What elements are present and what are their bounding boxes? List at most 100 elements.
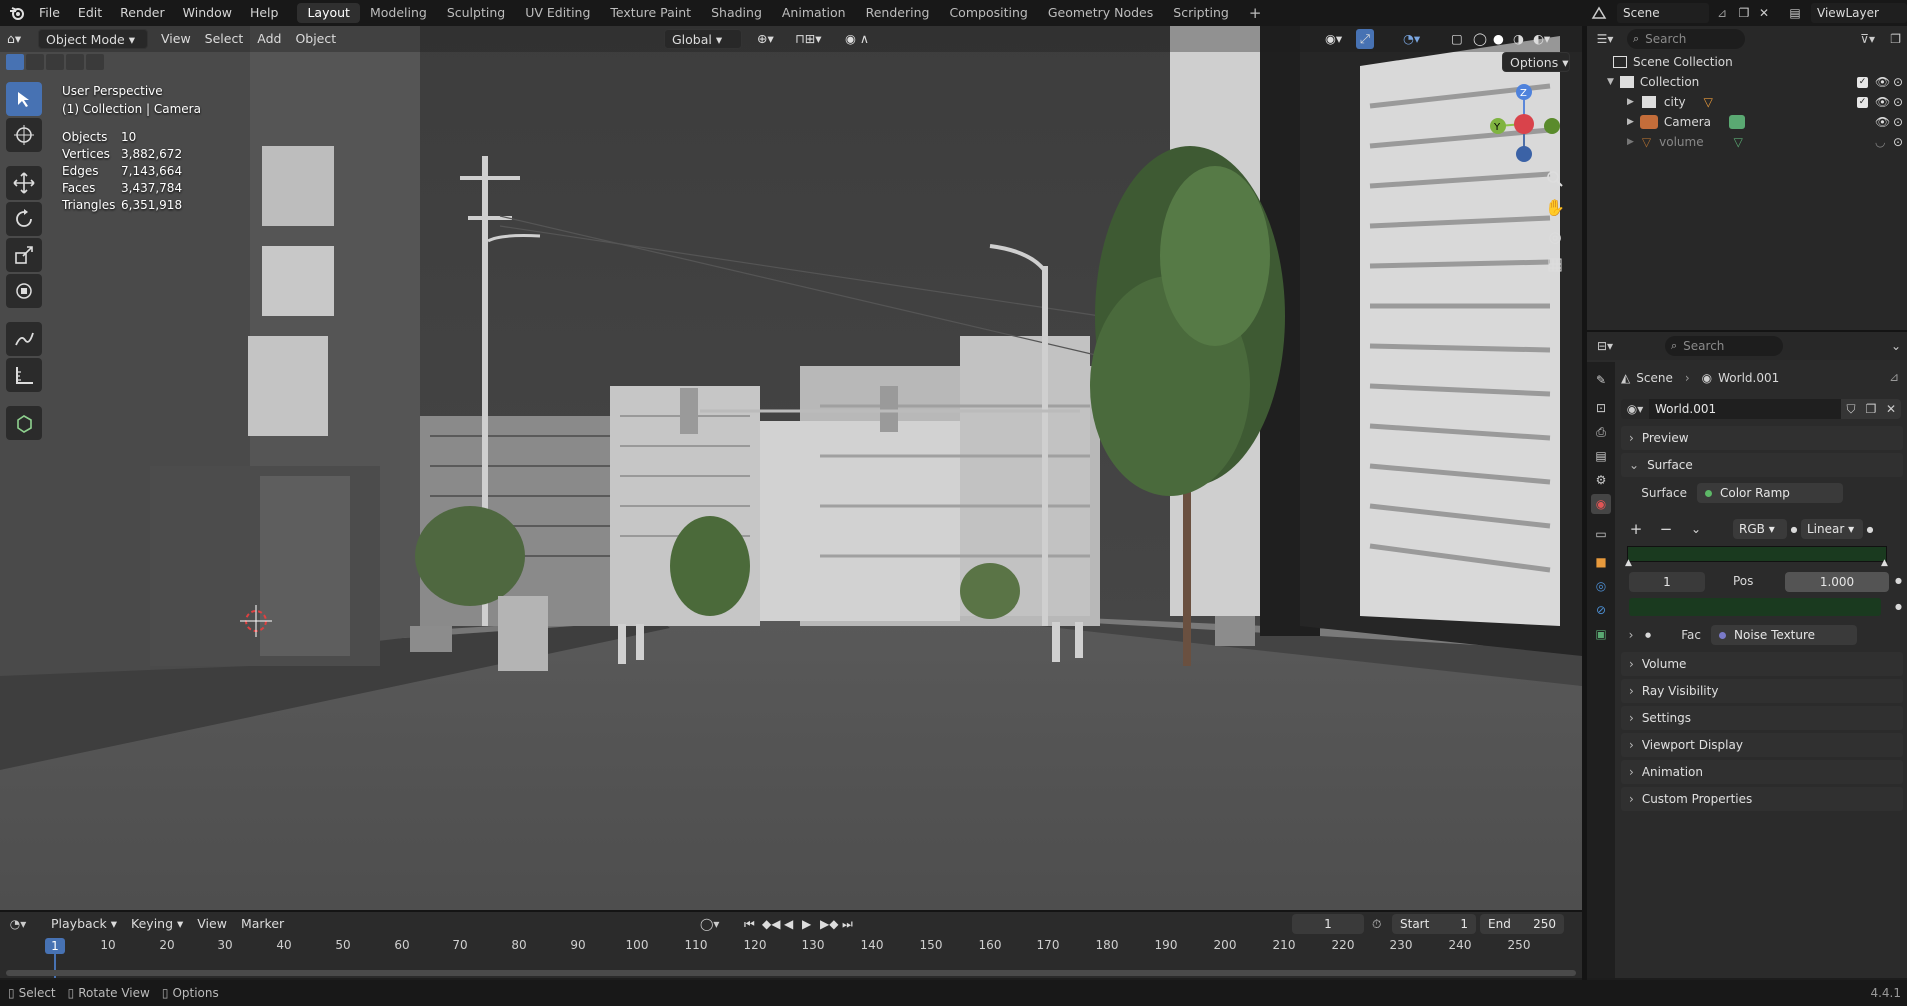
overlay-icon[interactable]: ◔▾	[1396, 29, 1427, 49]
chevron-right-icon[interactable]: ▶	[1627, 97, 1634, 107]
outliner-search-field[interactable]: ⌕ Search	[1627, 29, 1745, 49]
tab-geometry-nodes[interactable]: Geometry Nodes	[1038, 3, 1163, 23]
select-box-icon[interactable]	[6, 82, 42, 116]
ramp-stop-handle-left[interactable]: ▲	[1625, 558, 1632, 568]
pan-hand-icon[interactable]: ✋	[1542, 194, 1568, 220]
viewport-options-button[interactable]: Options ▾	[1502, 52, 1570, 72]
chevron-right-icon[interactable]: ▶	[1627, 137, 1634, 147]
view-layer-icon[interactable]: ▤	[1783, 6, 1807, 20]
camera-data-tab-icon[interactable]: ▣	[1591, 624, 1611, 644]
tab-layout[interactable]: Layout	[297, 3, 360, 23]
rotate-icon[interactable]	[6, 202, 42, 236]
outliner-row-volume[interactable]: ▶ ▽ volume ▽ ◡ ⊙	[1587, 132, 1907, 152]
annotate-icon[interactable]	[6, 322, 42, 356]
rendered-shading-icon[interactable]: ◐▾	[1526, 29, 1557, 49]
select-new-icon[interactable]	[6, 54, 24, 70]
3d-viewport[interactable]: ⌂▾ Object Mode ▾ View Select Add Object …	[0, 26, 1582, 910]
tab-modeling[interactable]: Modeling	[360, 3, 437, 23]
blender-logo-icon[interactable]	[4, 0, 30, 26]
scene-tab-icon[interactable]: ⚙	[1591, 470, 1611, 490]
render-camera-icon[interactable]: ⊙	[1893, 75, 1903, 89]
duplicate-icon[interactable]: ❐	[1861, 399, 1881, 419]
menu-select[interactable]: Select	[198, 29, 251, 49]
exclude-checkbox[interactable]: ✓	[1857, 96, 1868, 108]
add-stop-button[interactable]: +	[1621, 520, 1651, 538]
scene-name-field[interactable]: Scene	[1617, 3, 1709, 23]
render-camera-icon[interactable]: ⊙	[1893, 95, 1903, 109]
pin-icon[interactable]: ⊿	[1713, 6, 1731, 20]
eye-hidden-icon[interactable]: ◡	[1875, 135, 1885, 149]
outliner-row-scene-collection[interactable]: Scene Collection	[1587, 52, 1907, 72]
outliner-row-camera[interactable]: ▶ Camera 👁 ⊙	[1587, 112, 1907, 132]
surface-shader-field[interactable]: Color Ramp	[1697, 483, 1843, 503]
snap-icon[interactable]: ⊓⊞▾	[788, 29, 829, 49]
add-cube-icon[interactable]	[6, 406, 42, 440]
view-layer-tab-icon[interactable]: ▤	[1591, 446, 1611, 466]
object-mode-dropdown[interactable]: Object Mode ▾	[38, 29, 148, 49]
tab-texture-paint[interactable]: Texture Paint	[600, 3, 701, 23]
ramp-menu-icon[interactable]: ⌄	[1681, 522, 1711, 536]
panel-settings[interactable]: › Settings	[1621, 706, 1903, 730]
keyframe-dot-icon[interactable]: ●	[1895, 602, 1902, 611]
editor-type-icon[interactable]: ⌂▾	[0, 29, 34, 49]
panel-ray-visibility[interactable]: › Ray Visibility	[1621, 679, 1903, 703]
outliner-row-collection[interactable]: ▼ Collection ✓ 👁 ⊙	[1587, 72, 1907, 92]
stop-index-field[interactable]: 1	[1629, 572, 1705, 592]
object-tab-icon[interactable]: ■	[1591, 552, 1611, 572]
proportional-edit-icon[interactable]: ◉ ∧	[838, 29, 876, 49]
scale-icon[interactable]	[6, 238, 42, 272]
menu-object[interactable]: Object	[288, 29, 343, 49]
fake-user-icon[interactable]: ⛉	[1841, 399, 1861, 419]
pos-field[interactable]: 1.000	[1785, 572, 1889, 592]
panel-custom-properties[interactable]: › Custom Properties	[1621, 787, 1903, 811]
fac-input-field[interactable]: Noise Texture	[1711, 625, 1857, 645]
ramp-stop-handle-right[interactable]: ▲	[1881, 558, 1888, 568]
eye-icon[interactable]: 👁	[1875, 75, 1890, 89]
cursor-icon[interactable]	[6, 118, 42, 152]
add-workspace-button[interactable]: +	[1239, 3, 1272, 23]
outliner-editor-icon[interactable]: ☰▾	[1587, 32, 1623, 46]
chevron-down-icon[interactable]: ⌄	[1891, 339, 1901, 353]
gizmo-toggle-icon[interactable]: ⤢	[1356, 29, 1375, 49]
tab-animation[interactable]: Animation	[772, 3, 856, 23]
menu-file[interactable]: File	[30, 0, 69, 26]
chevron-right-icon[interactable]: ▶	[1627, 117, 1634, 127]
tab-scripting[interactable]: Scripting	[1163, 3, 1239, 23]
delete-scene-icon[interactable]: ✕	[1757, 6, 1771, 20]
panel-surface[interactable]: ⌄ Surface	[1621, 453, 1903, 477]
render-camera-icon[interactable]: ⊙	[1893, 115, 1903, 129]
tab-rendering[interactable]: Rendering	[856, 3, 940, 23]
chevron-right-icon[interactable]: ›	[1621, 628, 1641, 642]
pivot-icon[interactable]: ⊕▾	[750, 29, 781, 49]
properties-search-field[interactable]: ⌕ Search	[1665, 336, 1783, 356]
playhead[interactable]: 1	[45, 938, 65, 954]
select-invert-icon[interactable]	[66, 54, 84, 70]
pin-icon[interactable]: ⊿	[1889, 370, 1899, 384]
new-collection-icon[interactable]: ❐	[1890, 32, 1901, 46]
outliner-row-city[interactable]: ▶ city ▽ ✓ 👁 ⊙	[1587, 92, 1907, 112]
menu-add[interactable]: Add	[250, 29, 288, 49]
ramp-stop-color-swatch[interactable]	[1629, 598, 1881, 616]
scene-icon[interactable]	[1585, 3, 1613, 23]
new-scene-icon[interactable]: ❐	[1735, 6, 1753, 20]
color-mode-dropdown[interactable]: RGB ▾	[1733, 519, 1787, 539]
keyframe-dot-icon[interactable]: ●	[1895, 576, 1902, 585]
tool-tab-icon[interactable]: ✎	[1591, 370, 1611, 390]
select-extend-icon[interactable]	[26, 54, 44, 70]
select-intersect-icon[interactable]	[86, 54, 104, 70]
frame-ruler[interactable]: 10 20 30 40 50 60 70 80 90 100 110 120 1…	[0, 912, 1582, 978]
panel-animation[interactable]: › Animation	[1621, 760, 1903, 784]
world-browse-icon[interactable]: ◉▾	[1621, 399, 1649, 419]
panel-volume[interactable]: › Volume	[1621, 652, 1903, 676]
menu-view[interactable]: View	[154, 29, 198, 49]
tab-shading[interactable]: Shading	[701, 3, 772, 23]
keyframe-dot-icon[interactable]: ●	[1787, 525, 1801, 534]
render-camera-icon[interactable]: ⊙	[1893, 135, 1903, 149]
menu-render[interactable]: Render	[111, 0, 174, 26]
camera-view-icon[interactable]: ◎	[1542, 224, 1568, 250]
menu-edit[interactable]: Edit	[69, 0, 111, 26]
visibility-icon[interactable]: ◉▾	[1318, 29, 1349, 49]
tab-sculpting[interactable]: Sculpting	[437, 3, 515, 23]
transform-icon[interactable]	[6, 274, 42, 308]
ortho-toggle-icon[interactable]	[1542, 252, 1568, 278]
